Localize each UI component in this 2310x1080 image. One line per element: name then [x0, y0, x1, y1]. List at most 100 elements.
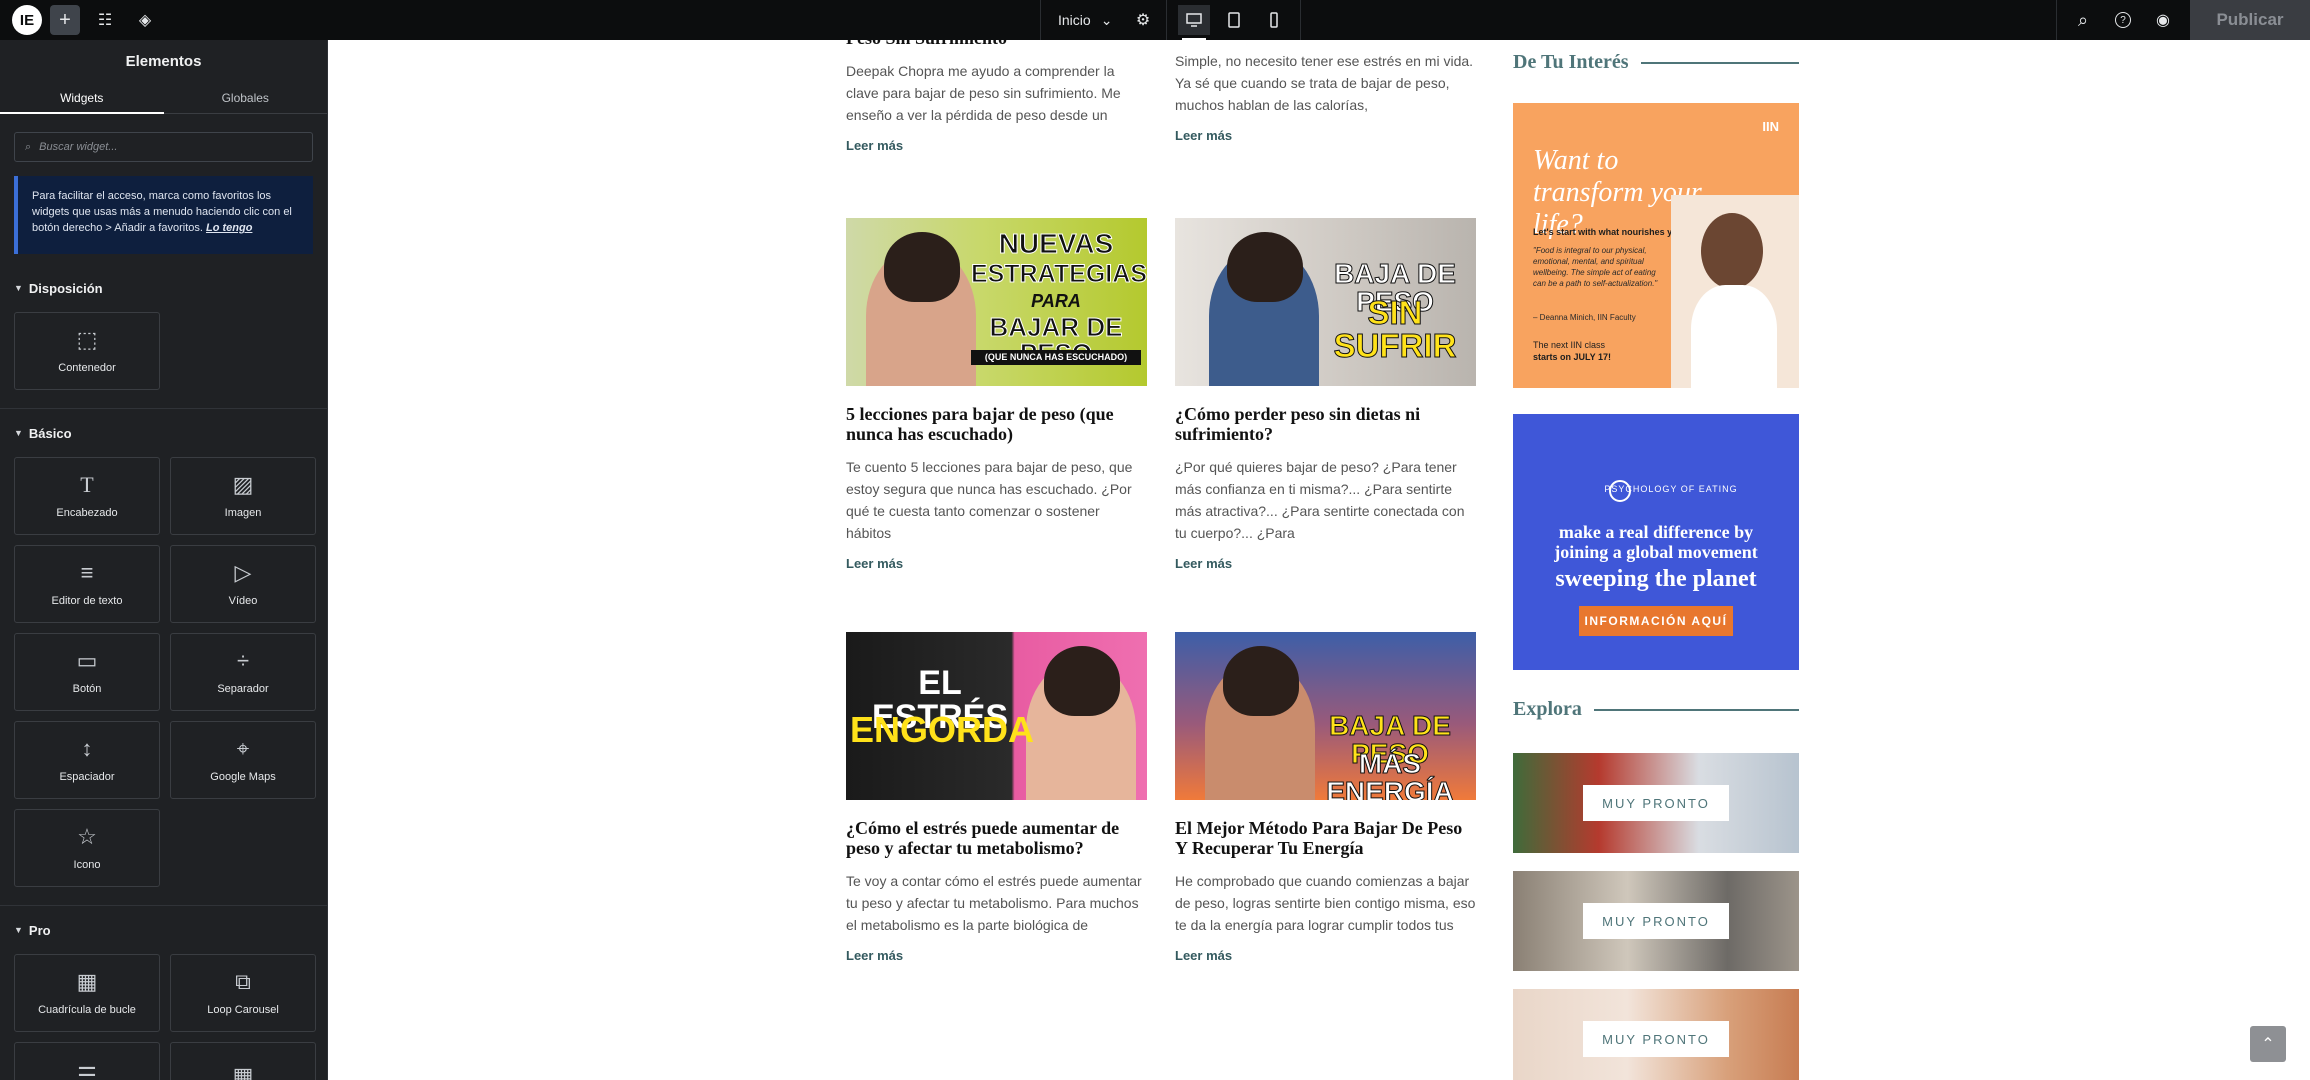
widget-search-input[interactable]: ⌕ Buscar widget...	[14, 132, 313, 162]
ad-quote: "Food is integral to our physical, emoti…	[1533, 246, 1658, 288]
explore-card[interactable]: MUY PRONTO	[1513, 871, 1799, 971]
post-title[interactable]: 5 lecciones para bajar de peso (que nunc…	[846, 404, 1147, 444]
read-more-link[interactable]: Leer más	[1175, 948, 1476, 963]
explore-heading: Explora	[1513, 698, 1799, 721]
widget-video[interactable]: ▷ Vídeo	[170, 545, 316, 623]
post-thumbnail[interactable]: NUEVAS ESTRATEGIAS PARA BAJAR DE PESO (Q…	[846, 218, 1147, 386]
ad-next-class: The next IIN class starts on JULY 17!	[1533, 339, 1611, 363]
spacer-icon: ↕	[81, 736, 93, 761]
post-thumbnail[interactable]: BAJA DE PESO MÁS ENERGÍA	[1175, 632, 1476, 800]
section-divider	[0, 408, 327, 409]
elementor-logo-button[interactable]: IE	[12, 5, 42, 35]
read-more-link[interactable]: Leer más	[846, 948, 1147, 963]
heading-rule	[1640, 61, 1799, 64]
post-title[interactable]: Peso Sin Sufrimiento	[846, 40, 1147, 48]
page-name: Inicio	[1058, 12, 1091, 28]
read-more-link[interactable]: Leer más	[846, 556, 1147, 571]
post-excerpt: He comprobado que cuando comienzas a baj…	[1175, 873, 1476, 933]
widget-text-editor[interactable]: ≡ Editor de texto	[14, 545, 160, 623]
structure-button[interactable]: ◈	[130, 5, 160, 35]
search-button[interactable]: ⌕	[2068, 5, 2098, 35]
widget-heading[interactable]: T Encabezado	[14, 457, 160, 535]
help-button[interactable]: ?	[2108, 5, 2138, 35]
desktop-view-button[interactable]	[1178, 5, 1210, 40]
tab-globals[interactable]: Globales	[164, 82, 328, 113]
mobile-icon	[1270, 12, 1278, 28]
tablet-view-button[interactable]	[1218, 5, 1250, 35]
heading-icon: T	[80, 472, 94, 497]
thumbnail-text: PARA	[1031, 291, 1081, 311]
widget-label: Imagen	[224, 507, 262, 519]
explore-card[interactable]: MUY PRONTO	[1513, 753, 1799, 853]
read-more-link[interactable]: Leer más	[1175, 556, 1476, 571]
section-title: Disposición	[28, 280, 103, 296]
ad-info-button[interactable]: INFORMACIÓN AQUÍ	[1579, 606, 1733, 636]
publish-button[interactable]: Publicar	[2190, 0, 2310, 40]
chevron-down-icon: ⌄	[1100, 11, 1113, 28]
widget-loop-carousel[interactable]: ⧉ Loop Carousel	[170, 954, 316, 1032]
post-card: EL ESTRÉS ENGORDA ¿Cómo el estrés puede …	[846, 632, 1147, 963]
widget-label: Botón	[72, 683, 102, 695]
coming-soon-badge: MUY PRONTO	[1583, 785, 1729, 821]
widget-spacer[interactable]: ↕ Espaciador	[14, 721, 160, 799]
ad-next-line: The next IIN class	[1533, 340, 1606, 350]
post-excerpt: Simple, no necesito tener ese estrés en …	[1175, 53, 1474, 113]
ad-brand: PSYCHOLOGY OF EATING	[1604, 484, 1738, 494]
widget-label: Vídeo	[228, 595, 258, 607]
preview-button[interactable]: ◉	[2148, 5, 2178, 35]
container-icon: ⬚	[76, 327, 98, 352]
post-excerpt: Deepak Chopra me ayudo a comprender la c…	[846, 63, 1121, 123]
notice-text: Para facilitar el acceso, marca como fav…	[32, 190, 292, 234]
explore-card[interactable]: MUY PRONTO	[1513, 989, 1799, 1080]
sliders-icon: ☷	[97, 12, 113, 29]
explore-heading-text: Explora	[1513, 698, 1582, 720]
section-pro-toggle[interactable]: ▼ Pro	[0, 920, 327, 940]
post-card: Simple, no necesito tener ese estrés en …	[1175, 50, 1476, 143]
widget-google-maps[interactable]: ⌖ Google Maps	[170, 721, 316, 799]
widget-image[interactable]: ▨ Imagen	[170, 457, 316, 535]
widget-label: Editor de texto	[51, 595, 123, 607]
post-title[interactable]: ¿Cómo el estrés puede aumentar de peso y…	[846, 818, 1147, 858]
scroll-to-top-button[interactable]: ⌃	[2250, 1026, 2286, 1062]
widget-divider[interactable]: ÷ Separador	[170, 633, 316, 711]
section-layout-toggle[interactable]: ▼ Disposición	[0, 278, 327, 298]
widget-loop-grid[interactable]: ▦ Cuadrícula de bucle	[14, 954, 160, 1032]
thumbnail-text: NUEVAS	[998, 228, 1114, 259]
widget-container[interactable]: ⬚ Contenedor	[14, 312, 160, 390]
widget-label: Encabezado	[56, 507, 118, 519]
post-title[interactable]: El Mejor Método Para Bajar De Peso Y Rec…	[1175, 818, 1476, 858]
widget-icon[interactable]: ☆ Icono	[14, 809, 160, 887]
site-settings-button[interactable]: ☷	[90, 5, 120, 35]
read-more-link[interactable]: Leer más	[846, 138, 1147, 153]
panel-title: Elementos	[125, 52, 202, 70]
post-thumbnail[interactable]: BAJA DE PESO SIN SUFRIR	[1175, 218, 1476, 386]
pro-widget-grid: ▦ Cuadrícula de bucle ⧉ Loop Carousel ☰ ▦	[0, 940, 327, 1080]
add-element-button[interactable]: +	[50, 5, 80, 35]
post-card: Peso Sin Sufrimiento Deepak Chopra me ay…	[846, 40, 1147, 153]
notice-dismiss-link[interactable]: Lo tengo	[206, 222, 252, 234]
search-icon: ⌕	[2077, 9, 2089, 30]
widget-label: Google Maps	[210, 771, 276, 783]
basic-widget-grid: T Encabezado ▨ Imagen ≡ Editor de texto ▷ Ví…	[0, 443, 327, 887]
page-selector[interactable]: Inicio ⌄	[1044, 5, 1126, 35]
iin-logo: IIN	[1762, 119, 1779, 134]
ad-portrait-photo	[1671, 195, 1799, 388]
widget-posts[interactable]: ☰	[14, 1042, 160, 1080]
page-settings-button[interactable]: ⚙	[1128, 5, 1158, 35]
widget-button[interactable]: ▭ Botón	[14, 633, 160, 711]
post-title[interactable]: ¿Cómo perder peso sin dietas ni sufrimie…	[1175, 404, 1476, 444]
widget-portfolio[interactable]: ▦	[170, 1042, 316, 1080]
psychology-of-eating-ad[interactable]: PSYCHOLOGY OF EATING make a real differe…	[1513, 414, 1799, 670]
section-basic-toggle[interactable]: ▼ Básico	[0, 423, 327, 443]
section-divider	[0, 905, 327, 906]
map-icon: ⌖	[236, 736, 250, 761]
read-more-link[interactable]: Leer más	[1175, 128, 1476, 143]
mobile-view-button[interactable]	[1258, 5, 1290, 35]
iin-ad-banner[interactable]: IIN Want to transform your life? Let's s…	[1513, 103, 1799, 388]
widget-label: Icono	[73, 859, 101, 871]
post-thumbnail[interactable]: EL ESTRÉS ENGORDA	[846, 632, 1147, 800]
tab-widgets[interactable]: Widgets	[0, 82, 164, 114]
video-icon: ▷	[234, 560, 252, 585]
thumbnail-text: SIN SUFRIR	[1333, 294, 1457, 364]
caret-down-icon: ▼	[14, 283, 23, 293]
